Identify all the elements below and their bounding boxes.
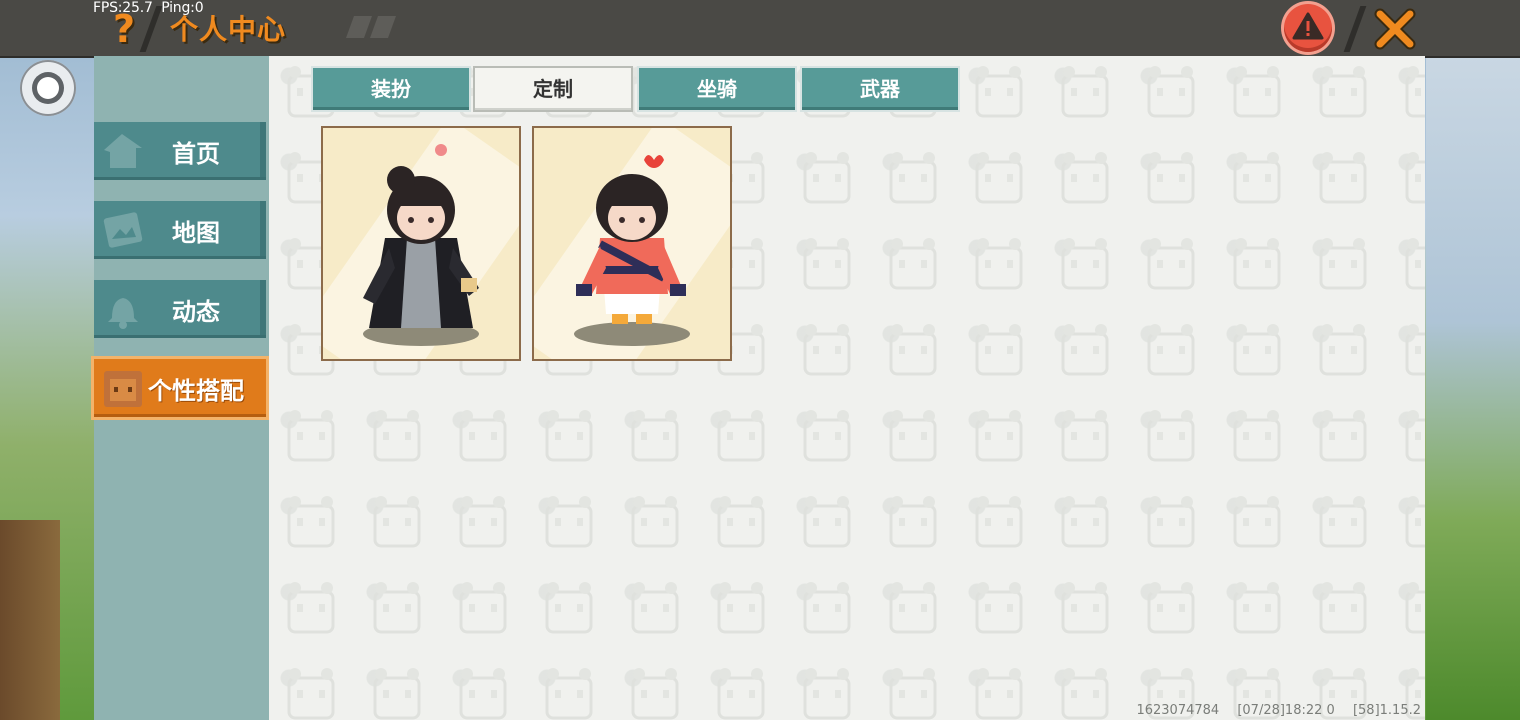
sidebar-item-map[interactable]: 地图 [94, 201, 266, 259]
red-uniform-character-image [574, 155, 690, 346]
tab-dressup[interactable]: 装扮 [313, 68, 469, 110]
user-id: 1623074784 [1136, 703, 1220, 718]
close-button[interactable] [1372, 6, 1418, 52]
tab-weapon[interactable]: 武器 [802, 68, 958, 110]
warning-triangle-icon [1292, 12, 1324, 40]
record-button[interactable] [20, 60, 76, 116]
sidebar-item-feed[interactable]: 动态 [94, 280, 266, 338]
page-title: 个人中心 [170, 13, 287, 46]
content-panel: 装扮 定制 坐骑 武器 1623074784 [07/28]18:22 0 [5… [269, 56, 1425, 720]
top-bar: FPS:25.7 Ping:0 ? 个人中心 [0, 0, 1520, 56]
tab-mount[interactable]: 坐骑 [639, 68, 795, 110]
bell-icon [108, 298, 138, 329]
map-icon [103, 212, 143, 248]
outfit-card[interactable] [321, 126, 521, 361]
sidebar-item-label: 首页 [172, 140, 220, 168]
sidebar-item-label: 地图 [172, 219, 220, 247]
sidebar-item-outfit[interactable]: 个性搭配 [94, 359, 266, 417]
divider [1343, 6, 1367, 52]
version: [58]1.15.2 [1352, 703, 1421, 718]
timestamp: [07/28]18:22 0 [1237, 703, 1335, 718]
background-scenery [0, 520, 60, 720]
close-x-icon [1374, 8, 1416, 50]
question-mark-icon[interactable]: ? [106, 8, 142, 50]
sidebar-item-label: 动态 [172, 298, 220, 326]
sidebar: 首页 地图 动态 个性搭配 [94, 56, 269, 720]
decor-stripes [345, 16, 397, 38]
house-icon [104, 134, 142, 168]
outfit-card[interactable] [532, 126, 732, 361]
tab-custom[interactable]: 定制 [475, 68, 631, 110]
black-robe-character-image [363, 144, 479, 346]
sidebar-item-label: 个性搭配 [148, 377, 244, 405]
character-icon [104, 371, 142, 407]
report-button[interactable] [1284, 4, 1332, 52]
background-scenery-right [1426, 56, 1520, 720]
sidebar-item-home[interactable]: 首页 [94, 122, 266, 180]
build-info: 1623074784 [07/28]18:22 0 [58]1.15.2 [1122, 703, 1421, 718]
